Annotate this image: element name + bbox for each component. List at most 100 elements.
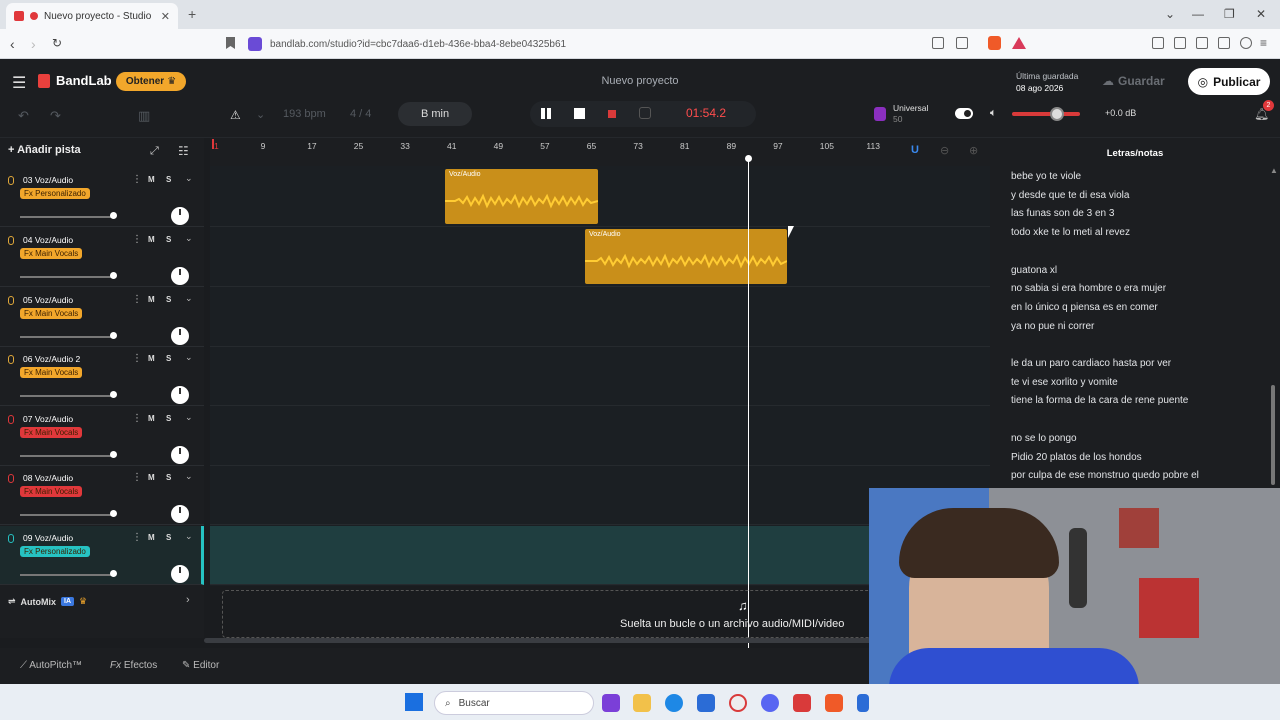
track-volume-knob[interactable] <box>110 391 117 398</box>
track-volume-knob[interactable] <box>110 570 117 577</box>
key-selector[interactable]: B min <box>398 102 472 126</box>
chevron-down-icon[interactable]: ⌄ <box>185 173 193 184</box>
track-fx-badge[interactable]: Fx Personalizado <box>20 188 90 199</box>
maximize-icon[interactable]: ❐ <box>1224 7 1235 21</box>
scroll-up-icon[interactable]: ▲ <box>1270 166 1278 175</box>
track-options-icon[interactable]: ⋮ <box>132 472 142 483</box>
track-fx-badge[interactable]: Fx Main Vocals <box>20 367 83 378</box>
editor-button[interactable]: ✎ Editor <box>182 660 219 671</box>
track-volume-knob[interactable] <box>110 451 117 458</box>
track-header[interactable]: 04 Voz/Audio Fx Main Vocals ⋮ M S ⌄ <box>0 228 204 287</box>
chrome-icon[interactable] <box>729 694 747 712</box>
track-pan-knob[interactable] <box>171 327 189 345</box>
speaker-icon[interactable]: 🔈︎ <box>990 107 997 120</box>
pause-icon[interactable] <box>541 108 545 119</box>
vpn-icon[interactable] <box>1240 37 1252 49</box>
brave-icon[interactable] <box>825 694 843 712</box>
playhead-handle[interactable] <box>745 155 752 162</box>
track-fx-badge[interactable]: Fx Main Vocals <box>20 486 83 497</box>
zoom-in-icon[interactable]: ⊕ <box>969 144 978 157</box>
track-header[interactable]: 06 Voz/Audio 2 Fx Main Vocals ⋮ M S ⌄ <box>0 347 204 406</box>
automix-row[interactable]: ⇌ AutoMix IA ♛ <box>8 596 87 607</box>
solo-button[interactable]: S <box>166 473 171 482</box>
hamburger-menu-icon[interactable]: ☰ <box>12 73 26 93</box>
brave-shield-icon[interactable] <box>988 36 1001 50</box>
mute-button[interactable]: M <box>148 473 155 482</box>
track-pan-knob[interactable] <box>171 207 189 225</box>
track-volume-slider[interactable] <box>20 216 116 218</box>
track-volume-slider[interactable] <box>20 574 116 576</box>
track-options-icon[interactable]: ⋮ <box>132 174 142 185</box>
bandlab-app-icon[interactable] <box>793 694 811 712</box>
loop-icon[interactable] <box>639 107 651 119</box>
bpm-field[interactable]: 193 bpm <box>283 108 326 120</box>
chevron-down-icon[interactable]: ⌄ <box>185 412 193 423</box>
track-header[interactable]: 09 Voz/Audio Fx Personalizado ⋮ M S ⌄ <box>0 526 204 585</box>
mute-button[interactable]: M <box>148 295 155 304</box>
track-header[interactable]: 03 Voz/Audio Fx Personalizado ⋮ M S ⌄ <box>0 168 204 227</box>
discord-icon[interactable] <box>761 694 779 712</box>
track-name[interactable]: 04 Voz/Audio <box>23 235 73 245</box>
taskbar-search[interactable]: ⌕ Buscar <box>434 691 594 715</box>
bandlab-logo[interactable]: BandLab <box>38 73 112 88</box>
track-options-icon[interactable]: ⋮ <box>132 294 142 305</box>
taskbar-app-icon[interactable] <box>857 694 869 712</box>
track-volume-slider[interactable] <box>20 395 116 397</box>
track-name[interactable]: 03 Voz/Audio <box>23 175 73 185</box>
browser-menu-icon[interactable]: ≡ <box>1260 36 1267 50</box>
track-options-icon[interactable]: ⋮ <box>132 353 142 364</box>
track-pan-knob[interactable] <box>171 386 189 404</box>
mastering-icon[interactable] <box>874 107 886 121</box>
obtener-membership-button[interactable]: Obtener ♛ <box>116 72 186 91</box>
mute-button[interactable]: M <box>148 235 155 244</box>
track-volume-knob[interactable] <box>110 272 117 279</box>
horizontal-scrollbar[interactable] <box>204 638 876 643</box>
forward-icon[interactable]: › <box>31 36 36 52</box>
track-lane[interactable] <box>210 347 990 406</box>
back-icon[interactable]: ‹ <box>10 36 15 52</box>
track-name[interactable]: 06 Voz/Audio 2 <box>23 354 80 364</box>
track-lane[interactable] <box>210 407 990 466</box>
audio-clip[interactable]: Voz/Audio <box>585 229 787 284</box>
save-button[interactable]: ☁ Guardar <box>1102 74 1165 88</box>
minimize-icon[interactable]: — <box>1192 7 1204 21</box>
wallet-icon[interactable] <box>1196 37 1208 49</box>
close-window-icon[interactable]: ✕ <box>1256 7 1266 21</box>
master-volume-knob[interactable] <box>1050 107 1064 121</box>
metronome-dropdown-icon[interactable]: ⌄ <box>256 108 265 121</box>
track-lane[interactable] <box>210 288 990 347</box>
stop-icon[interactable] <box>574 108 585 119</box>
reader-icon[interactable] <box>932 37 944 49</box>
track-volume-slider[interactable] <box>20 336 116 338</box>
chevron-right-icon[interactable]: › <box>186 594 190 606</box>
chevron-down-icon[interactable]: ⌄ <box>185 293 193 304</box>
mute-button[interactable]: M <box>148 175 155 184</box>
track-pan-knob[interactable] <box>171 267 189 285</box>
track-pan-knob[interactable] <box>171 505 189 523</box>
edge-icon[interactable] <box>665 694 683 712</box>
project-title[interactable]: Nuevo proyecto <box>540 75 740 87</box>
copilot-icon[interactable] <box>602 694 620 712</box>
microphone-permission-icon[interactable] <box>248 37 262 51</box>
track-volume-knob[interactable] <box>110 510 117 517</box>
brave-rewards-icon[interactable] <box>1012 37 1026 49</box>
close-tab-icon[interactable]: ✕ <box>161 10 170 23</box>
master-volume-slider[interactable] <box>1012 112 1080 116</box>
solo-button[interactable]: S <box>166 235 171 244</box>
chevron-down-icon[interactable]: ⌄ <box>185 471 193 482</box>
track-fx-badge[interactable]: Fx Main Vocals <box>20 308 83 319</box>
publish-button[interactable]: ◎ Publicar <box>1188 68 1270 95</box>
extensions-icon[interactable] <box>1152 37 1164 49</box>
track-volume-knob[interactable] <box>110 212 117 219</box>
track-pan-knob[interactable] <box>171 446 189 464</box>
track-name[interactable]: 07 Voz/Audio <box>23 414 73 424</box>
track-options-icon[interactable]: ⋮ <box>132 234 142 245</box>
time-signature-field[interactable]: 4 / 4 <box>350 108 371 120</box>
new-tab-icon[interactable]: + <box>188 6 196 22</box>
tab-list-icon[interactable]: ⌄ <box>1165 7 1175 21</box>
mute-button[interactable]: M <box>148 533 155 542</box>
track-volume-knob[interactable] <box>110 332 117 339</box>
sidebar-icon[interactable] <box>1174 37 1186 49</box>
wand-icon[interactable]: ⤢ <box>150 145 159 158</box>
metronome-icon[interactable]: ⚠ <box>230 108 241 122</box>
